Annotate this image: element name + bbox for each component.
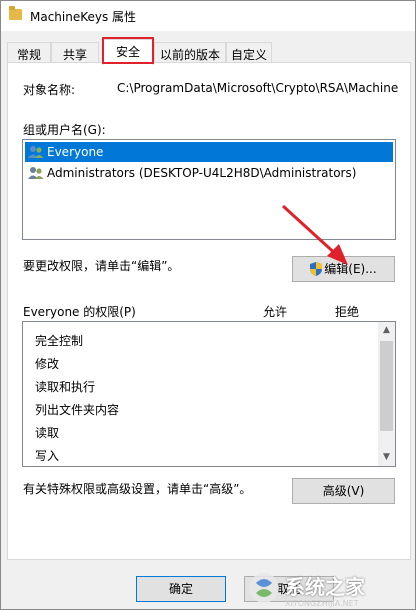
permissions-label: Everyone 的权限(P) xyxy=(23,305,136,319)
window-title: MachineKeys 属性 xyxy=(30,10,137,24)
folder-icon xyxy=(9,6,22,20)
user-name: Administrators (DESKTOP-U4L2H8D\Administ… xyxy=(47,166,357,180)
edit-button-label: 编辑(E)... xyxy=(324,262,377,276)
user-name: Everyone xyxy=(47,145,104,159)
list-item: 完全控制 xyxy=(35,334,84,348)
watermark-logo: 系统之家 XITONGZHIJIA.NET xyxy=(245,567,416,610)
groups-label: 组或用户名(G): xyxy=(23,123,106,137)
list-item: 读取和执行 xyxy=(35,380,96,394)
edit-hint: 要更改权限，请单击“编辑”。 xyxy=(23,259,180,273)
list-item: 列出文件夹内容 xyxy=(35,403,120,417)
tab-general[interactable]: 常规 xyxy=(7,42,51,63)
deny-column-header: 拒绝 xyxy=(335,305,360,319)
list-item[interactable]: Everyone xyxy=(25,142,393,162)
list-item: 读取 xyxy=(35,426,60,440)
scroll-down-icon[interactable]: ▼ xyxy=(378,449,395,466)
edit-button[interactable]: 编辑(E)... xyxy=(292,256,395,282)
tab-strip: 常规 共享 安全 以前的版本 自定义 xyxy=(1,39,415,65)
list-item: 修改 xyxy=(35,357,60,371)
vertical-scrollbar[interactable]: ▲ ▼ xyxy=(378,322,395,466)
tab-customize[interactable]: 自定义 xyxy=(226,42,272,63)
permissions-list[interactable]: 完全控制 修改 读取和执行 列出文件夹内容 读取 写入 ▲ ▼ xyxy=(22,321,396,467)
ok-button[interactable]: 确定 xyxy=(136,576,226,602)
object-name-label: 对象名称: xyxy=(23,83,76,97)
title-bar[interactable]: MachineKeys 属性 xyxy=(1,1,415,31)
properties-dialog: MachineKeys 属性 常规 共享 安全 以前的版本 自定义 对象名称: … xyxy=(0,0,416,610)
watermark-logo-icon xyxy=(249,573,279,603)
uac-shield-icon xyxy=(310,262,323,276)
list-item[interactable]: Administrators (DESKTOP-U4L2H8D\Administ… xyxy=(25,163,393,183)
watermark-text: 系统之家 xyxy=(285,575,365,599)
object-name-value: C:\ProgramData\Microsoft\Crypto\RSA\Mach… xyxy=(117,81,399,95)
user-list[interactable]: Everyone Administrators (DESKTOP-U4L2H8D… xyxy=(22,139,396,240)
list-item: 写入 xyxy=(35,449,60,463)
scroll-up-icon[interactable]: ▲ xyxy=(378,322,395,339)
users-group-icon xyxy=(28,146,44,158)
advanced-button[interactable]: 高级(V) xyxy=(292,478,395,504)
advanced-hint: 有关特殊权限或高级设置，请单击“高级”。 xyxy=(23,482,252,496)
watermark-url: XITONGZHIJIA.NET xyxy=(285,599,359,608)
scroll-thumb[interactable] xyxy=(380,341,393,431)
tab-previous-versions[interactable]: 以前的版本 xyxy=(154,42,226,63)
users-group-icon xyxy=(28,167,44,179)
tab-sharing[interactable]: 共享 xyxy=(51,42,99,63)
security-tab-annotation-box xyxy=(102,37,154,64)
allow-column-header: 允许 xyxy=(263,305,288,319)
